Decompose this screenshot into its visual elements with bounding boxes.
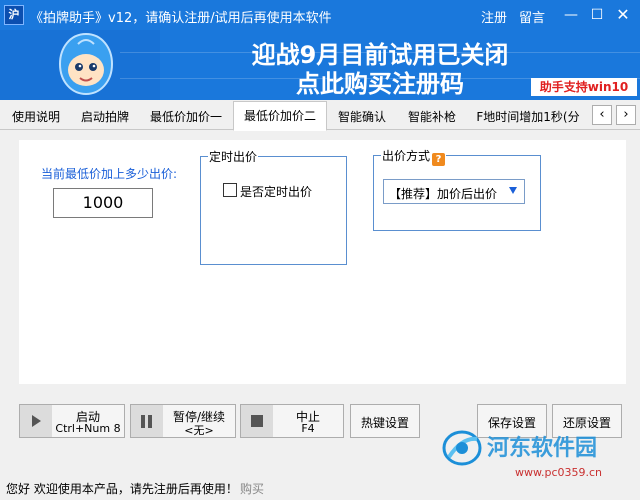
bid-method-title-text: 出价方式 <box>382 149 431 163</box>
tab-smart-rebid[interactable]: 智能补枪 <box>397 103 467 130</box>
tab-start-bidding[interactable]: 启动拍牌 <box>72 103 138 130</box>
maximize-icon[interactable]: ☐ <box>586 4 608 26</box>
message-link[interactable]: 留言 <box>519 7 545 26</box>
hotkey-settings-label: 热键设置 <box>360 416 409 430</box>
tab-scroll-right-icon[interactable]: › <box>616 105 636 125</box>
timed-bid-group-title: 定时出价 <box>208 148 259 165</box>
register-link[interactable]: 注册 <box>481 7 507 26</box>
pause-resume-button[interactable]: 暂停/继续 <无> <box>130 404 236 438</box>
status-message: 您好 欢迎使用本产品，请先注册后再使用！ <box>6 482 238 496</box>
promo-banner[interactable]: 迎战9月目前试用已关闭 点此购买注册码 助手支持win10 <box>0 30 640 100</box>
window-title: 《拍牌助手》v12，请确认注册/试用后再使用本软件 <box>30 11 332 26</box>
tab-smart-confirm[interactable]: 智能确认 <box>329 103 395 130</box>
pause-icon <box>131 405 163 437</box>
timed-bid-checkbox[interactable] <box>223 183 237 197</box>
watermark-url: www.pc0359.cn <box>515 466 603 479</box>
bid-method-select[interactable]: 【推荐】加价后出价 <box>383 179 525 204</box>
min-price-add-label: 当前最低价加上多少出价: <box>41 167 178 181</box>
buy-link[interactable]: 购买 <box>240 480 264 497</box>
bid-method-group-title: 出价方式? <box>381 147 447 166</box>
watermark-logo-icon <box>442 430 482 466</box>
tab-min-price-add-1[interactable]: 最低价加价一 <box>140 103 232 130</box>
win10-badge: 助手支持win10 <box>531 78 637 96</box>
play-icon <box>20 405 52 437</box>
tab-strip: 使用说明 启动拍牌 最低价加价一 最低价加价二 智能确认 智能补枪 F地时间增加… <box>0 101 640 131</box>
tab-local-time-offset[interactable]: F地时间增加1秒(分 <box>469 103 587 130</box>
tab-scroll-left-icon[interactable]: ‹ <box>592 105 612 125</box>
timed-bid-checkbox-label[interactable]: 是否定时出价 <box>240 183 312 200</box>
watermark-text: 河东软件园 <box>487 436 598 461</box>
dropdown-arrow-icon <box>509 187 517 194</box>
title-bar: 沪 《拍牌助手》v12，请确认注册/试用后再使用本软件 注册 留言 — ☐ ✕ <box>0 0 640 30</box>
hotkey-settings-button[interactable]: 热键设置 <box>350 404 420 438</box>
tab-instructions[interactable]: 使用说明 <box>2 103 70 130</box>
minimize-icon[interactable]: — <box>560 4 582 26</box>
stop-icon <box>241 405 273 437</box>
restore-settings-label: 还原设置 <box>562 416 611 430</box>
save-settings-label: 保存设置 <box>487 416 536 430</box>
start-button-hotkey: Ctrl+Num 8 <box>55 422 121 435</box>
banner-art <box>0 30 160 100</box>
app-logo-icon: 沪 <box>4 5 24 25</box>
mascot-icon <box>58 32 114 96</box>
help-icon[interactable]: ? <box>432 153 446 166</box>
start-button[interactable]: 启动 Ctrl+Num 8 <box>19 404 125 438</box>
timed-bid-group: 定时出价 <box>200 148 347 265</box>
add-amount-input[interactable]: 1000 <box>53 188 153 218</box>
pause-button-hotkey: <无> <box>184 424 214 437</box>
stop-button[interactable]: 中止 F4 <box>240 404 344 438</box>
stop-button-hotkey: F4 <box>301 422 315 435</box>
tab-min-price-add-2[interactable]: 最低价加价二 <box>233 101 327 131</box>
close-icon[interactable]: ✕ <box>612 4 634 26</box>
bid-method-selected-value: 【推荐】加价后出价 <box>389 187 498 201</box>
